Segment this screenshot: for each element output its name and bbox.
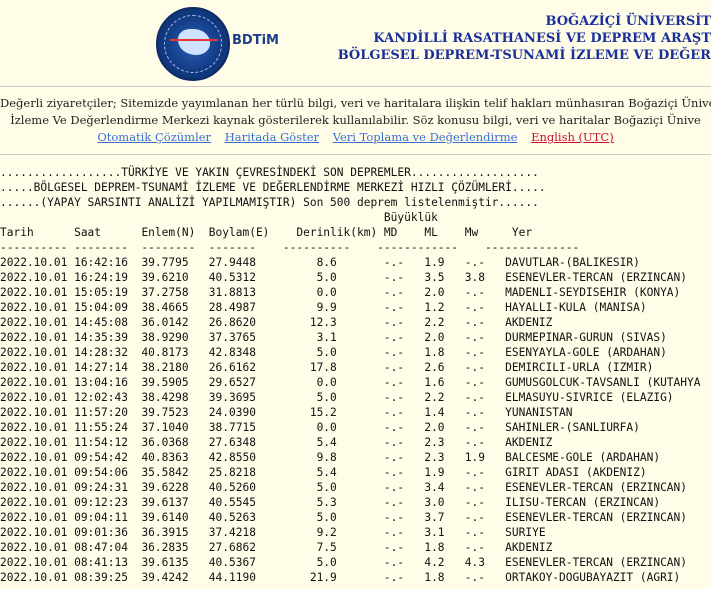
table-row: 2022.10.01 09:24:31 39.6228 40.5260 5.0 … xyxy=(0,481,688,494)
institution-line-3: BÖLGESEL DEPREM-TSUNAMİ İZLEME VE DEĞER xyxy=(337,48,711,63)
institution-line-2: KANDİLLİ RASATHANESİ VE DEPREM ARAŞT xyxy=(373,31,711,46)
table-row: 2022.10.01 08:41:13 39.6135 40.5367 5.0 … xyxy=(0,556,688,569)
earthquake-rows: 2022.10.01 16:42:16 39.7795 27.9448 8.6 … xyxy=(0,256,701,584)
logo-text: BDTiM xyxy=(232,33,279,48)
table-row: 2022.10.01 08:39:25 39.4242 44.1190 21.9… xyxy=(0,571,681,584)
table-row: 2022.10.01 11:54:12 36.0368 27.6348 5.4 … xyxy=(0,436,553,449)
table-row: 2022.10.01 16:24:19 39.6210 40.5312 5.0 … xyxy=(0,271,688,284)
listing-title-2: .....BÖLGESEL DEPREM-TSUNAMİ İZLEME VE D… xyxy=(0,181,546,194)
table-row: 2022.10.01 08:47:04 36.2835 27.6862 7.5 … xyxy=(0,541,553,554)
table-row: 2022.10.01 14:45:08 36.0142 26.8620 12.3… xyxy=(0,316,553,329)
earthquake-listing: ..................TÜRKİYE VE YAKIN ÇEVRE… xyxy=(0,155,711,585)
bdtim-logo-icon xyxy=(156,7,230,81)
notice-line-2: İzleme Ve Değerlendirme Merkezi kaynak g… xyxy=(10,113,701,127)
table-row: 2022.10.01 13:04:16 39.5905 29.6527 0.0 … xyxy=(0,376,701,389)
data-collection-link[interactable]: Veri Toplama ve Değerlendirme xyxy=(333,130,518,144)
table-row: 2022.10.01 09:54:42 40.8363 42.8550 9.8 … xyxy=(0,451,661,464)
header-separator: ---------- -------- -------- ------- ---… xyxy=(0,241,580,254)
listing-title-1: ..................TÜRKİYE VE YAKIN ÇEVRE… xyxy=(0,166,539,179)
table-row: 2022.10.01 14:27:14 38.2180 26.6162 17.8… xyxy=(0,361,654,374)
show-on-map-link[interactable]: Haritada Göster xyxy=(225,130,319,144)
table-row: 2022.10.01 09:04:11 39.6140 40.5263 5.0 … xyxy=(0,511,688,524)
table-row: 2022.10.01 11:55:24 37.1040 38.7715 0.0 … xyxy=(0,421,640,434)
table-row: 2022.10.01 09:12:23 39.6137 40.5545 5.3 … xyxy=(0,496,661,509)
institution-line-1: BOĞAZİÇİ ÜNİVERSİT xyxy=(545,14,711,29)
english-utc-link[interactable]: English (UTC) xyxy=(531,130,614,144)
notice-line-1: Değerli ziyaretçiler; Sitemizde yayımlan… xyxy=(0,96,711,110)
institution-title: BOĞAZİÇİ ÜNİVERSİT KANDİLLİ RASATHANESİ … xyxy=(338,13,711,64)
table-row: 2022.10.01 11:57:20 39.7523 24.0390 15.2… xyxy=(0,406,573,419)
site-header: BDTiM BOĞAZİÇİ ÜNİVERSİT KANDİLLİ RASATH… xyxy=(0,0,711,86)
auto-solutions-link[interactable]: Otomatik Çözümler xyxy=(97,130,211,144)
listing-title-3: ......(YAPAY SARSINTI ANALİZİ YAPILMAMIŞ… xyxy=(0,196,539,209)
table-row: 2022.10.01 16:42:16 39.7795 27.9448 8.6 … xyxy=(0,256,640,269)
table-row: 2022.10.01 09:01:36 36.3915 37.4218 9.2 … xyxy=(0,526,546,539)
copyright-notice: Değerli ziyaretçiler; Sitemizde yayımlan… xyxy=(0,87,711,129)
table-row: 2022.10.01 15:05:19 37.2758 31.8813 0.0 … xyxy=(0,286,681,299)
column-headers: Tarih Saat Enlem(N) Boylam(E) Derinlik(k… xyxy=(0,226,533,239)
table-row: 2022.10.01 09:54:06 35.5842 25.8218 5.4 … xyxy=(0,466,647,479)
table-row: 2022.10.01 15:04:09 38.4665 28.4987 9.9 … xyxy=(0,301,647,314)
table-row: 2022.10.01 14:35:39 38.9290 37.3765 3.1 … xyxy=(0,331,667,344)
table-row: 2022.10.01 12:02:43 38.4298 39.3695 5.0 … xyxy=(0,391,674,404)
nav-links: Otomatik Çözümler Haritada Göster Veri T… xyxy=(0,129,711,154)
table-row: 2022.10.01 14:28:32 40.8173 42.8348 5.0 … xyxy=(0,346,667,359)
magnitude-header: Büyüklük xyxy=(0,211,438,224)
